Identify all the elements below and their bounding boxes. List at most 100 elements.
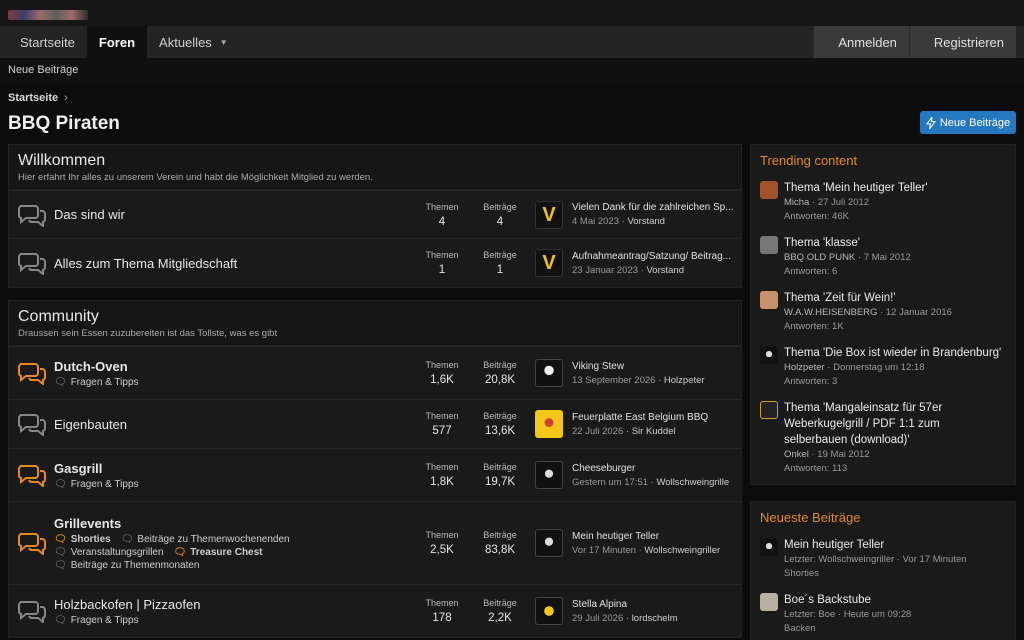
last-post-title[interactable]: Mein heutiger Teller — [572, 531, 741, 542]
avatar[interactable] — [535, 597, 563, 625]
subforum-link[interactable]: 🗨 Beiträge zu Themenmonaten — [54, 560, 200, 571]
forum-title[interactable]: Holzbackofen | Pizzaofen — [54, 597, 200, 612]
login-button[interactable]: Anmelden — [813, 26, 909, 58]
register-button[interactable]: Registrieren — [908, 26, 1016, 58]
subforum-link[interactable]: 🗨 Shorties — [54, 534, 111, 545]
last-post-user[interactable]: Vorstand — [646, 265, 684, 276]
forum-node: Alles zum Thema Mitgliedschaft Themen 1 B… — [9, 238, 741, 287]
avatar[interactable]: V — [535, 249, 563, 277]
avatar[interactable]: V — [535, 200, 563, 229]
threads-label: Themen — [425, 462, 459, 472]
subforum-link[interactable]: 🗨 Fragen & Tipps — [54, 615, 139, 626]
trending-item-title[interactable]: Thema 'Die Box ist wieder in Brandenburg… — [784, 345, 1006, 361]
last-post-title[interactable]: Viking Stew — [572, 361, 741, 372]
trending-item-user[interactable]: Micha — [784, 197, 809, 208]
last-post-title[interactable]: Aufnahmeantrag/Satzung/ Beitrag... — [572, 251, 741, 262]
chevron-down-icon[interactable]: ▼ — [220, 38, 228, 47]
forum-title[interactable]: Das sind wir — [54, 207, 125, 222]
site-logo[interactable] — [8, 10, 88, 20]
tab-foren[interactable]: Foren — [86, 26, 148, 58]
newest-item-title[interactable]: Mein heutiger Teller — [784, 537, 1006, 553]
trending-item-user[interactable]: Onkel — [784, 449, 809, 460]
trending-item-date: 12 Januar 2016 — [885, 307, 952, 318]
breadcrumb-home-link[interactable]: Startseite — [8, 92, 58, 104]
newest-item-title[interactable]: Boe´s Backstube — [784, 592, 1006, 608]
avatar[interactable] — [760, 593, 778, 611]
avatar[interactable] — [760, 291, 778, 309]
last-post-user[interactable]: lordschelm — [632, 613, 678, 624]
subforum-link[interactable]: 🗨 Beiträge zu Themenwochenenden — [121, 534, 290, 545]
forum-title[interactable]: Eigenbauten — [54, 417, 127, 432]
avatar[interactable] — [760, 346, 778, 364]
avatar[interactable] — [535, 461, 563, 489]
threads-count: 178 — [432, 612, 452, 624]
tab-startseite[interactable]: Startseite — [8, 26, 87, 58]
subforum-link[interactable]: 🗨 Fragen & Tipps — [54, 479, 139, 490]
newest-item-forum[interactable]: Shorties — [784, 567, 1006, 581]
trending-item-title[interactable]: Thema 'Mangaleinsatz für 57er Weberkugel… — [784, 400, 1006, 448]
trending-item-replies: Antworten: 46K — [784, 211, 849, 222]
trending-block: Trending content Thema 'Mein heutiger Te… — [750, 144, 1016, 485]
avatar[interactable] — [760, 538, 778, 556]
chat-bubbles-icon — [17, 204, 46, 227]
forum-title[interactable]: Alles zum Thema Mitgliedschaft — [54, 256, 237, 271]
newest-item-forum[interactable]: Backen — [784, 622, 1006, 636]
newest-posts-block: Neueste Beiträge Mein heutiger Teller Let… — [750, 501, 1016, 640]
posts-count: 13,6K — [484, 425, 516, 437]
threads-count: 577 — [432, 425, 452, 437]
trending-item-title[interactable]: Thema 'Zeit für Wein!' — [784, 290, 1006, 306]
last-post-title[interactable]: Feuerplatte East Belgium BBQ — [572, 412, 741, 423]
last-post-user[interactable]: Vorstand — [627, 216, 665, 227]
avatar[interactable] — [760, 401, 778, 419]
newest-item-meta[interactable]: Letzter: Boe — [784, 609, 835, 620]
avatar[interactable] — [535, 359, 563, 387]
new-posts-button[interactable]: Neue Beiträge — [920, 111, 1016, 134]
last-post-user[interactable]: Holzpeter — [664, 375, 705, 386]
posts-label: Beiträge — [483, 360, 517, 370]
trending-title[interactable]: Trending content — [751, 145, 1015, 174]
category-title[interactable]: Community — [18, 308, 732, 326]
tab-aktuelles[interactable]: Aktuelles ▼ — [147, 26, 240, 58]
chat-bubbles-icon — [17, 253, 46, 275]
last-post-title[interactable]: Vielen Dank für die zahlreichen Sp... — [572, 202, 741, 213]
newest-item-meta[interactable]: Letzter: Wollschweingriller — [784, 554, 894, 565]
trending-item: Thema 'Die Box ist wieder in Brandenburg… — [751, 339, 1015, 394]
trending-item-user[interactable]: BBQ OLD PUNK — [784, 252, 855, 263]
threads-label: Themen — [425, 250, 459, 260]
trending-item-user[interactable]: Holzpeter — [784, 362, 825, 373]
forum-title[interactable]: Dutch-Oven — [54, 359, 128, 374]
new-posts-button-label: Neue Beiträge — [939, 116, 1011, 129]
avatar[interactable] — [535, 529, 563, 557]
subforum-link[interactable]: 🗨 Veranstaltungsgrillen — [54, 547, 164, 558]
last-post-title[interactable]: Stella Alpina — [572, 599, 741, 610]
last-post-title[interactable]: Cheeseburger — [572, 463, 741, 474]
trending-item-title[interactable]: Thema 'klasse' — [784, 235, 1006, 251]
trending-item-date: 27 Juli 2012 — [817, 197, 870, 208]
trending-item-replies: Antworten: 113 — [784, 463, 848, 474]
subforum-label: Beiträge zu Themenmonaten — [70, 559, 200, 571]
subnav-new-posts-link[interactable]: Neue Beiträge — [8, 64, 78, 76]
avatar[interactable] — [760, 236, 778, 254]
forum-node: Eigenbauten Themen 577 Beiträge 13,6K Feue… — [9, 399, 741, 448]
forum-title[interactable]: Grillevents — [54, 516, 121, 531]
trending-item-title[interactable]: Thema 'Mein heutiger Teller' — [784, 180, 1006, 196]
category-title[interactable]: Willkommen — [18, 152, 732, 170]
trending-item-user[interactable]: W.A.W.HEISENBERG — [784, 307, 877, 318]
threads-label: Themen — [425, 598, 459, 608]
trending-item: Thema 'Mangaleinsatz für 57er Weberkugel… — [751, 394, 1015, 484]
category-description: Draussen sein Essen zuzubereiten ist das… — [18, 328, 278, 339]
subforum-link[interactable]: 🗨 Treasure Chest — [174, 547, 263, 558]
last-post-user[interactable]: Wollschweingriller — [644, 545, 720, 556]
posts-label: Beiträge — [483, 250, 517, 260]
forum-title[interactable]: Gasgrill — [54, 461, 102, 476]
subforum-link[interactable]: 🗨 Fragen & Tipps — [54, 377, 139, 388]
subforum-label: Fragen & Tipps — [70, 478, 139, 490]
last-post-user[interactable]: Wollschweingrille — [657, 477, 730, 488]
newest-posts-title[interactable]: Neueste Beiträge — [751, 502, 1015, 531]
posts-label: Beiträge — [483, 598, 517, 608]
avatar[interactable] — [535, 410, 563, 438]
avatar[interactable] — [760, 181, 778, 199]
top-header — [0, 0, 1024, 26]
page-content: Startseite › BBQ Piraten Neue Beiträge Wi… — [0, 81, 1024, 640]
last-post-user[interactable]: Sir Kuddel — [632, 426, 676, 437]
